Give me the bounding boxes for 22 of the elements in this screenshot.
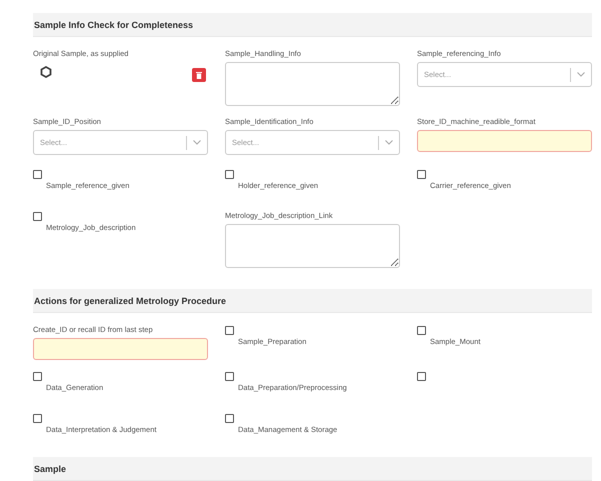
checkbox[interactable] — [225, 326, 234, 335]
checkbox[interactable] — [33, 170, 42, 179]
text-input[interactable] — [33, 338, 208, 360]
chevron-down-icon — [193, 140, 201, 145]
checkbox[interactable] — [417, 170, 426, 179]
trash-icon — [196, 72, 202, 78]
section-title: Sample Info Check for Completeness — [34, 19, 194, 32]
checkbox[interactable] — [33, 212, 42, 221]
text-input[interactable] — [417, 130, 592, 152]
chevron-down-icon — [385, 140, 393, 145]
checkbox[interactable] — [225, 372, 234, 381]
checkbox[interactable] — [225, 414, 234, 423]
checkbox[interactable] — [33, 372, 42, 381]
checkbox[interactable] — [417, 326, 426, 335]
section-title: Actions for generalized Metrology Procedure — [34, 295, 226, 308]
checkbox[interactable] — [225, 170, 234, 179]
section-title: Sample — [34, 463, 66, 476]
hexagon-ring-icon — [40, 66, 52, 78]
checkbox[interactable] — [417, 372, 426, 381]
chevron-down-icon — [577, 72, 585, 77]
delete-button[interactable] — [192, 68, 206, 82]
checkbox[interactable] — [33, 414, 42, 423]
